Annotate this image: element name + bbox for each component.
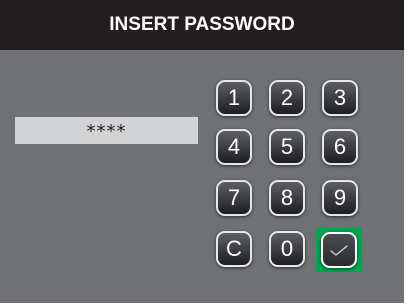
key-4[interactable]: 4 <box>216 129 252 165</box>
key-3[interactable]: 3 <box>322 80 358 116</box>
checkmark-icon <box>330 245 348 256</box>
password-field[interactable]: **** <box>15 117 198 144</box>
screen-title: INSERT PASSWORD <box>0 0 404 50</box>
confirm-button[interactable] <box>321 232 357 268</box>
key-1[interactable]: 1 <box>216 80 252 116</box>
key-5[interactable]: 5 <box>269 129 305 165</box>
password-screen: INSERT PASSWORD **** 1 2 3 4 5 6 7 8 9 C… <box>0 0 410 307</box>
key-8[interactable]: 8 <box>269 180 305 216</box>
key-clear[interactable]: C <box>216 231 252 267</box>
key-0[interactable]: 0 <box>269 231 305 267</box>
key-2[interactable]: 2 <box>269 80 305 116</box>
key-6[interactable]: 6 <box>322 129 358 165</box>
key-9[interactable]: 9 <box>322 180 358 216</box>
key-7[interactable]: 7 <box>216 180 252 216</box>
